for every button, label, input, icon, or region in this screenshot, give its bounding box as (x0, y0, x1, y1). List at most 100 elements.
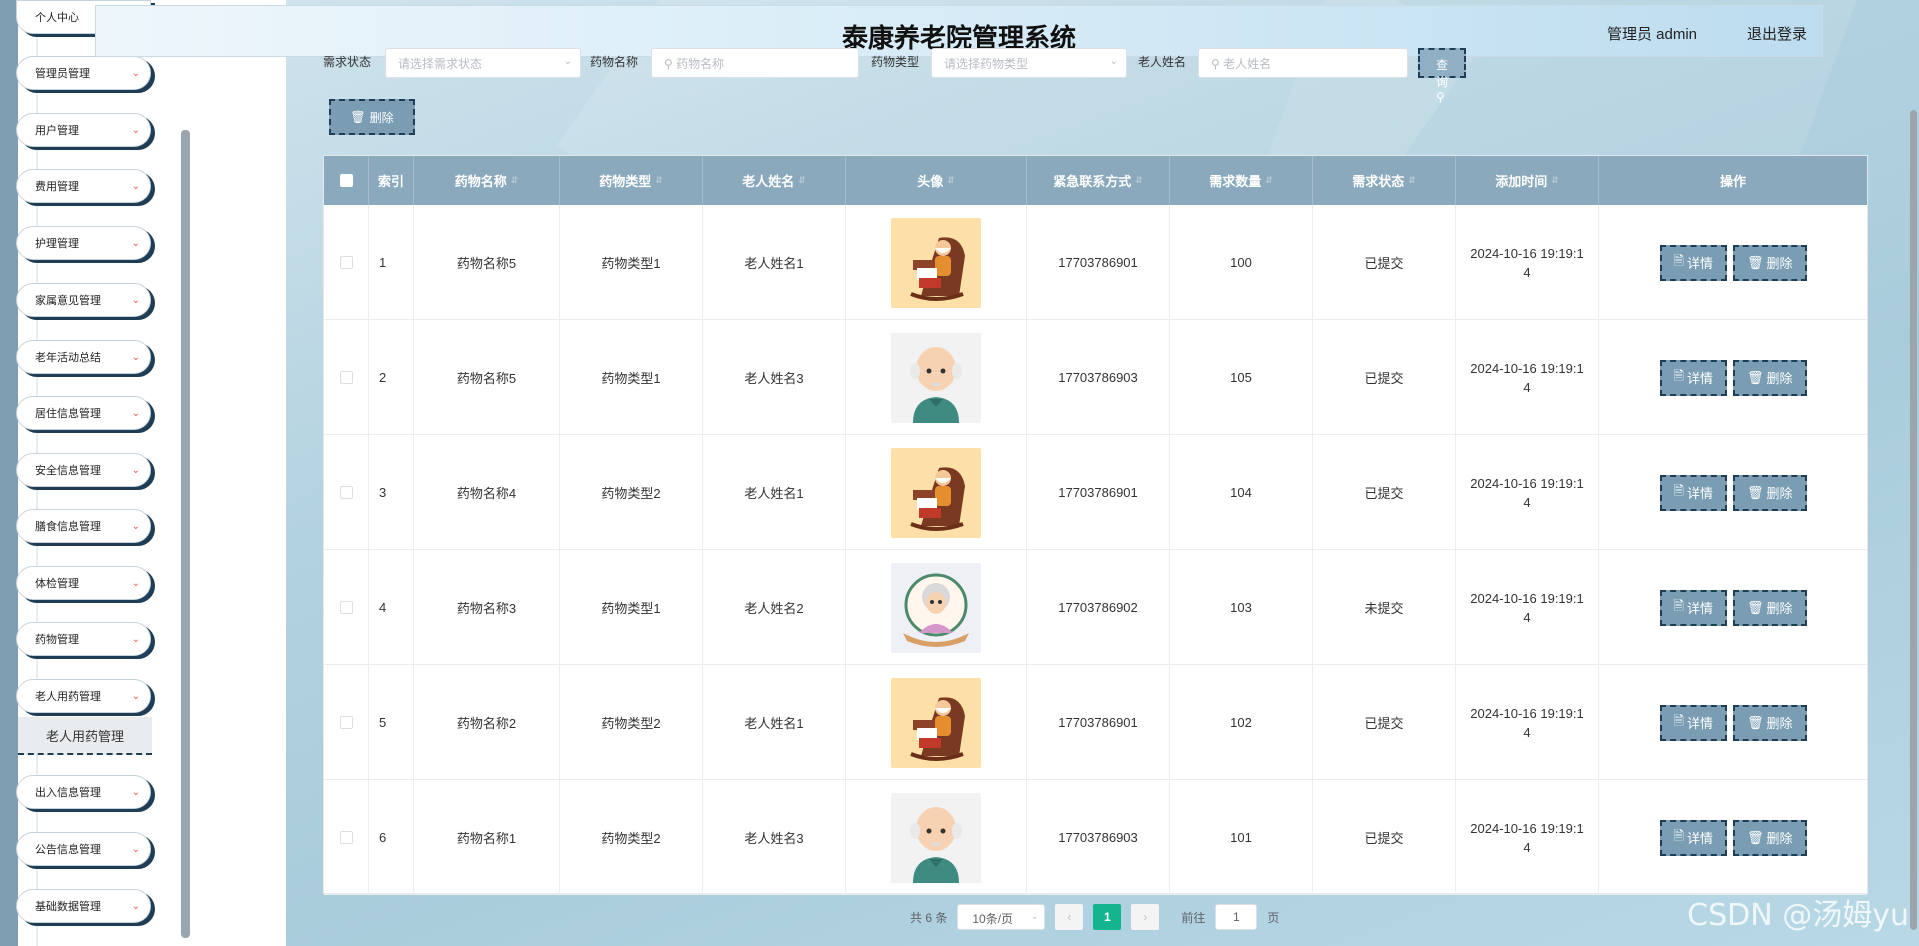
sidebar-item-base-data[interactable]: 基础数据管理 ⌄ (16, 889, 151, 923)
detail-button[interactable]: 🗎 详情 (1659, 704, 1727, 741)
column-header-label: 需求数量 (1209, 174, 1262, 189)
sidebar-item-meals[interactable]: 膳食信息管理 ⌄ (16, 509, 151, 543)
column-header[interactable]: 头像 ⇵ (846, 156, 1027, 205)
row-checkbox[interactable] (339, 716, 353, 729)
sort-icon[interactable]: ⇵ (1551, 175, 1559, 186)
cell-avatar (846, 205, 1027, 320)
sidebar-item-label: 居住信息管理 (35, 408, 101, 420)
cell-status: 已提交 (1313, 780, 1456, 895)
query-button[interactable]: 查询 ⚲ (1418, 48, 1467, 104)
detail-button[interactable]: 🗎 详情 (1659, 474, 1727, 511)
sidebar-item-residence[interactable]: 居住信息管理 ⌄ (16, 396, 151, 430)
detail-button[interactable]: 🗎 详情 (1659, 819, 1727, 856)
sort-icon[interactable]: ⇵ (1135, 175, 1143, 186)
cell-drug-name: 药物名称5 (414, 205, 560, 320)
trash-icon: 🗑 (1746, 599, 1764, 615)
drug-name-label: 药物名称 (590, 55, 639, 69)
delete-button[interactable]: 🗑 删除 (1732, 244, 1807, 281)
row-checkbox[interactable] (339, 371, 353, 384)
status-placeholder: 请选择需求状态 (398, 57, 483, 71)
row-checkbox[interactable] (339, 256, 353, 269)
status-select[interactable]: 请选择需求状态 ⌄ (385, 48, 581, 78)
select-all-checkbox[interactable] (339, 174, 353, 187)
delete-label: 删除 (1766, 371, 1793, 386)
sidebar-item-access[interactable]: 出入信息管理 ⌄ (16, 775, 151, 809)
page-size-select[interactable]: 10条/页 ⌄ (957, 904, 1046, 930)
trash-icon: 🗑 (1746, 254, 1764, 270)
sidebar-item-nursing[interactable]: 护理管理 ⌄ (16, 226, 151, 260)
sidebar-scrollbar[interactable] (181, 130, 190, 938)
sort-icon[interactable]: ⇵ (1265, 175, 1273, 186)
sidebar-item-elder-medication[interactable]: 老人用药管理 ⌄ (16, 679, 151, 713)
query-button-label: 查询 (1436, 58, 1449, 89)
column-header[interactable]: 药物名称 ⇵ (414, 156, 560, 205)
column-header-label: 紧急联系方式 (1053, 174, 1132, 189)
delete-button[interactable]: 🗑 删除 (1732, 589, 1807, 626)
prev-page-button[interactable]: ‹ (1055, 904, 1084, 930)
cell-actions: 🗎 详情 🗑 删除 (1599, 665, 1867, 780)
detail-label: 详情 (1686, 371, 1713, 386)
next-page-button[interactable]: › (1131, 904, 1160, 930)
sidebar-item-users[interactable]: 用户管理 ⌄ (16, 113, 151, 147)
column-header-label: 药物名称 (454, 174, 507, 189)
column-header[interactable]: 药物类型 ⇵ (560, 156, 703, 205)
search-icon: ⚲ (1211, 57, 1220, 71)
cell-avatar (846, 320, 1027, 435)
sidebar-item-label: 护理管理 (35, 238, 79, 250)
table-row: 6 药物名称1 药物类型2 老人姓名3 17703786903 101 已提交 2024-10… (324, 780, 1867, 895)
cell-actions: 🗎 详情 🗑 删除 (1599, 550, 1867, 665)
column-header[interactable]: 紧急联系方式 ⇵ (1027, 156, 1170, 205)
table-row: 2 药物名称5 药物类型1 老人姓名3 17703786903 105 已提交 2024-10… (324, 320, 1867, 435)
column-header: 操作 (1599, 156, 1867, 205)
avatar (891, 677, 981, 768)
table-body: 1 药物名称5 药物类型1 老人姓名1 17703786901 100 已提交 2024-10… (324, 205, 1867, 895)
sidebar-item-drugs[interactable]: 药物管理 ⌄ (16, 622, 151, 656)
drug-type-select[interactable]: 请选择药物类型 ⌄ (931, 48, 1127, 78)
cell-phone: 17703786901 (1027, 205, 1170, 320)
sidebar-item-admin[interactable]: 管理员管理 ⌄ (16, 56, 151, 90)
watermark: CSDN @汤姆yu (1687, 898, 1909, 933)
sidebar-item-label: 用户管理 (35, 125, 79, 137)
sort-icon[interactable]: ⇵ (655, 175, 663, 186)
elder-name-input[interactable]: ⚲ 老人姓名 (1198, 48, 1408, 78)
column-header[interactable]: 需求数量 ⇵ (1170, 156, 1313, 205)
cell-avatar (846, 435, 1027, 550)
cell-phone: 17703786903 (1027, 780, 1170, 895)
column-header[interactable]: 老人姓名 ⇵ (703, 156, 846, 205)
sidebar-item-checkup[interactable]: 体检管理 ⌄ (16, 566, 151, 600)
detail-button[interactable]: 🗎 详情 (1659, 244, 1727, 281)
sidebar-item-family-feedback[interactable]: 家属意见管理 ⌄ (16, 283, 151, 317)
sidebar-item-safety[interactable]: 安全信息管理 ⌄ (16, 453, 151, 487)
sort-icon[interactable]: ⇵ (947, 175, 955, 186)
sidebar-item-fees[interactable]: 费用管理 ⌄ (16, 169, 151, 203)
delete-button[interactable]: 🗑 删除 (1732, 819, 1807, 856)
page-number-button[interactable]: 1 (1093, 904, 1122, 930)
chevron-down-icon: ⌄ (131, 351, 140, 363)
row-checkbox[interactable] (339, 831, 353, 844)
sidebar-subitem-elder-medication[interactable]: 老人用药管理 (18, 717, 152, 755)
drug-name-input[interactable]: ⚲ 药物名称 (651, 48, 859, 78)
logout-button[interactable]: 退出登录 (1747, 23, 1807, 44)
sidebar-item-notices[interactable]: 公告信息管理 ⌄ (16, 832, 151, 866)
row-checkbox[interactable] (339, 486, 353, 499)
batch-delete-button[interactable]: 🗑 删除 (329, 99, 415, 135)
goto-page-input[interactable]: 1 (1215, 904, 1258, 930)
delete-label: 删除 (1766, 486, 1793, 501)
sort-icon[interactable]: ⇵ (511, 175, 519, 186)
cell-drug-name: 药物名称1 (414, 780, 560, 895)
detail-label: 详情 (1686, 486, 1713, 501)
cell-drug-type: 药物类型1 (560, 550, 703, 665)
column-header[interactable]: 添加时间 ⇵ (1456, 156, 1599, 205)
detail-button[interactable]: 🗎 详情 (1659, 359, 1727, 396)
column-header-label: 药物类型 (599, 174, 652, 189)
page-scrollbar[interactable] (1910, 110, 1917, 930)
sort-icon[interactable]: ⇵ (798, 175, 806, 186)
column-header[interactable]: 需求状态 ⇵ (1313, 156, 1456, 205)
row-checkbox[interactable] (339, 601, 353, 614)
delete-button[interactable]: 🗑 删除 (1732, 474, 1807, 511)
sort-icon[interactable]: ⇵ (1408, 175, 1416, 186)
delete-button[interactable]: 🗑 删除 (1732, 359, 1807, 396)
detail-button[interactable]: 🗎 详情 (1659, 589, 1727, 626)
sidebar-item-activity-summary[interactable]: 老年活动总结 ⌄ (16, 340, 151, 374)
delete-button[interactable]: 🗑 删除 (1732, 704, 1807, 741)
